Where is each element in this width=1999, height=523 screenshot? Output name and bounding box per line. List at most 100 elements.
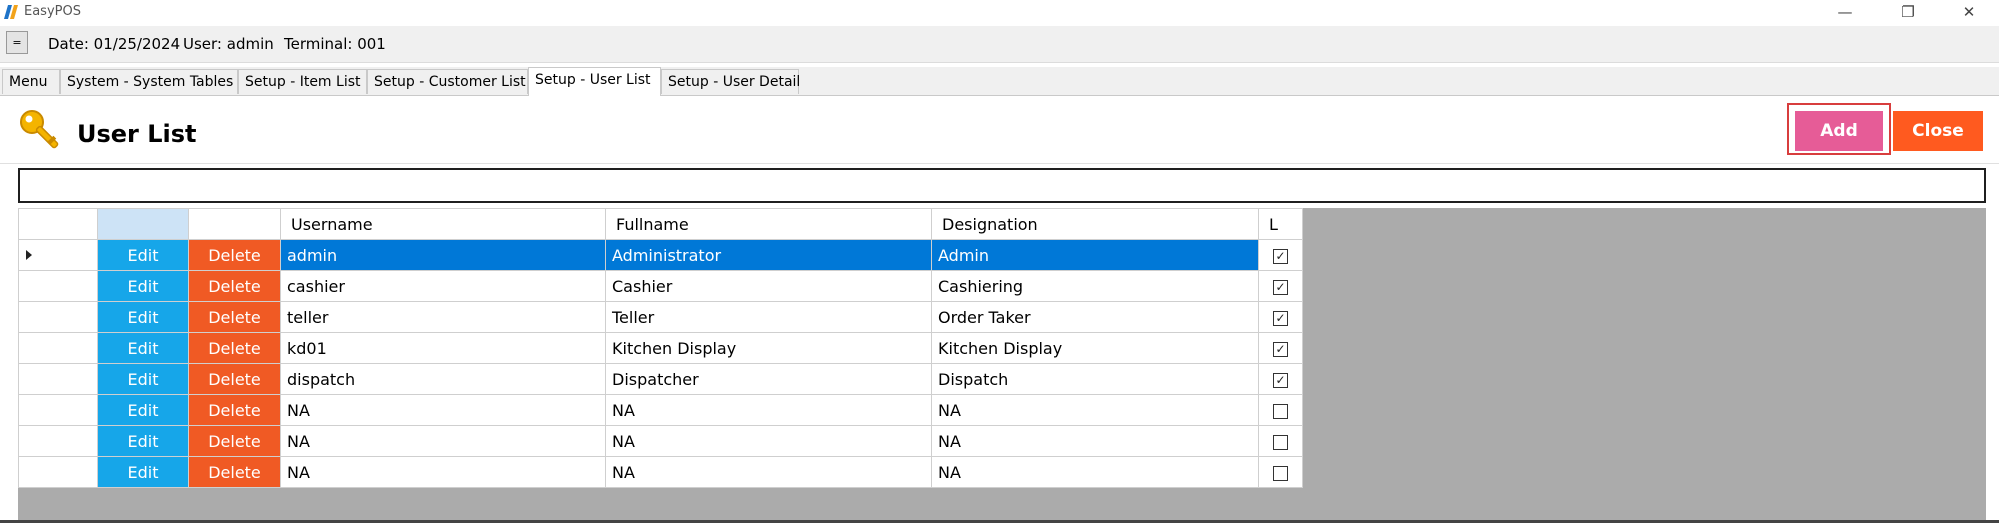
table-row[interactable]: Edit Delete NA NA NA — [18, 456, 1303, 488]
table-row[interactable]: Edit Delete admin Administrator Admin ✓ — [18, 239, 1303, 271]
table-row[interactable]: Edit Delete dispatch Dispatcher Dispatch ✓ — [18, 363, 1303, 395]
locked-cell[interactable] — [1258, 456, 1303, 488]
tab-item-list[interactable]: Setup - Item List — [238, 69, 367, 94]
delete-button[interactable]: Delete — [188, 425, 281, 457]
fullname-cell[interactable]: Teller — [605, 301, 932, 333]
delete-button[interactable]: Delete — [188, 301, 281, 333]
username-cell[interactable]: NA — [280, 394, 606, 426]
designation-cell[interactable]: Admin — [931, 239, 1259, 271]
username-cell[interactable]: NA — [280, 456, 606, 488]
edit-button[interactable]: Edit — [97, 425, 189, 457]
row-header[interactable] — [18, 332, 98, 364]
tab-system-tables[interactable]: System - System Tables — [60, 69, 238, 94]
username-cell[interactable]: teller — [280, 301, 606, 333]
add-button[interactable]: Add — [1795, 111, 1883, 151]
tab-menu[interactable]: Menu — [2, 69, 60, 94]
current-row-arrow-icon — [26, 250, 32, 260]
fullname-cell[interactable]: NA — [605, 456, 932, 488]
fullname-cell[interactable]: NA — [605, 425, 932, 457]
minimize-button[interactable]: — — [1815, 0, 1875, 26]
delete-button[interactable]: Delete — [188, 394, 281, 426]
delete-button[interactable]: Delete — [188, 239, 281, 271]
column-header-username[interactable]: Username — [280, 208, 606, 240]
username-cell[interactable]: dispatch — [280, 363, 606, 395]
row-header[interactable] — [18, 425, 98, 457]
delete-button[interactable]: Delete — [188, 270, 281, 302]
fullname-cell[interactable]: Dispatcher — [605, 363, 932, 395]
row-header[interactable] — [18, 456, 98, 488]
tab-bar: Menu System - System Tables Setup - Item… — [0, 67, 1999, 96]
user-grid: Username Fullname Designation L Edit Dele… — [18, 208, 1986, 523]
locked-cell[interactable]: ✓ — [1258, 270, 1303, 302]
row-header[interactable] — [18, 394, 98, 426]
unchecked-checkbox[interactable] — [1273, 434, 1288, 450]
column-header-locked[interactable]: L — [1258, 208, 1303, 240]
designation-cell[interactable]: NA — [931, 425, 1259, 457]
designation-cell[interactable]: Kitchen Display — [931, 332, 1259, 364]
checked-checkbox[interactable]: ✓ — [1273, 248, 1288, 264]
user-label: User: admin — [183, 35, 274, 53]
designation-cell[interactable]: Dispatch — [931, 363, 1259, 395]
table-row[interactable]: Edit Delete teller Teller Order Taker ✓ — [18, 301, 1303, 333]
tab-customer-list[interactable]: Setup - Customer List — [367, 69, 528, 94]
restore-button[interactable]: ❐ — [1878, 0, 1938, 26]
column-header-fullname[interactable]: Fullname — [605, 208, 932, 240]
row-header[interactable] — [18, 301, 98, 333]
delete-button[interactable]: Delete — [188, 456, 281, 488]
table-body: Edit Delete admin Administrator Admin ✓ Edit De… — [18, 239, 1303, 488]
status-bar: = Date: 01/25/2024 User: admin Terminal:… — [0, 26, 1999, 63]
fullname-cell[interactable]: NA — [605, 394, 932, 426]
menu-toggle-button[interactable]: = — [6, 31, 28, 54]
locked-cell[interactable]: ✓ — [1258, 332, 1303, 364]
easypos-logo-icon — [4, 5, 18, 19]
username-cell[interactable]: admin — [280, 239, 606, 271]
locked-cell[interactable] — [1258, 425, 1303, 457]
fullname-cell[interactable]: Kitchen Display — [605, 332, 932, 364]
table-row[interactable]: Edit Delete cashier Cashier Cashiering ✓ — [18, 270, 1303, 302]
username-cell[interactable]: kd01 — [280, 332, 606, 364]
table-row[interactable]: Edit Delete NA NA NA — [18, 425, 1303, 457]
edit-button[interactable]: Edit — [97, 270, 189, 302]
close-button[interactable]: Close — [1893, 111, 1983, 151]
row-header[interactable] — [18, 363, 98, 395]
designation-cell[interactable]: NA — [931, 456, 1259, 488]
window-close-button[interactable]: ✕ — [1939, 0, 1999, 26]
checked-checkbox[interactable]: ✓ — [1273, 341, 1288, 357]
column-header-designation[interactable]: Designation — [931, 208, 1259, 240]
row-header[interactable] — [18, 270, 98, 302]
edit-column-header — [97, 208, 189, 240]
tab-user-list[interactable]: Setup - User List — [528, 67, 661, 96]
edit-button[interactable]: Edit — [97, 239, 189, 271]
username-cell[interactable]: NA — [280, 425, 606, 457]
delete-button[interactable]: Delete — [188, 363, 281, 395]
designation-cell[interactable]: Cashiering — [931, 270, 1259, 302]
edit-button[interactable]: Edit — [97, 301, 189, 333]
edit-button[interactable]: Edit — [97, 332, 189, 364]
unchecked-checkbox[interactable] — [1273, 465, 1288, 481]
locked-cell[interactable]: ✓ — [1258, 301, 1303, 333]
locked-cell[interactable]: ✓ — [1258, 239, 1303, 271]
username-cell[interactable]: cashier — [280, 270, 606, 302]
fullname-cell[interactable]: Cashier — [605, 270, 932, 302]
table-row[interactable]: Edit Delete NA NA NA — [18, 394, 1303, 426]
unchecked-checkbox[interactable] — [1273, 403, 1288, 419]
key-icon — [20, 110, 59, 149]
checked-checkbox[interactable]: ✓ — [1273, 310, 1288, 326]
user-table: Username Fullname Designation L Edit Dele… — [18, 208, 1303, 488]
designation-cell[interactable]: Order Taker — [931, 301, 1259, 333]
locked-cell[interactable] — [1258, 394, 1303, 426]
edit-button[interactable]: Edit — [97, 456, 189, 488]
search-input[interactable] — [18, 168, 1986, 203]
designation-cell[interactable]: NA — [931, 394, 1259, 426]
table-row[interactable]: Edit Delete kd01 Kitchen Display Kitchen Dis… — [18, 332, 1303, 364]
tab-user-detail[interactable]: Setup - User Detail — [661, 69, 800, 94]
locked-cell[interactable]: ✓ — [1258, 363, 1303, 395]
row-header[interactable] — [18, 239, 98, 271]
edit-button[interactable]: Edit — [97, 394, 189, 426]
delete-button[interactable]: Delete — [188, 332, 281, 364]
edit-button[interactable]: Edit — [97, 363, 189, 395]
checked-checkbox[interactable]: ✓ — [1273, 372, 1288, 388]
fullname-cell[interactable]: Administrator — [605, 239, 932, 271]
delete-column-header — [188, 208, 281, 240]
checked-checkbox[interactable]: ✓ — [1273, 279, 1288, 295]
